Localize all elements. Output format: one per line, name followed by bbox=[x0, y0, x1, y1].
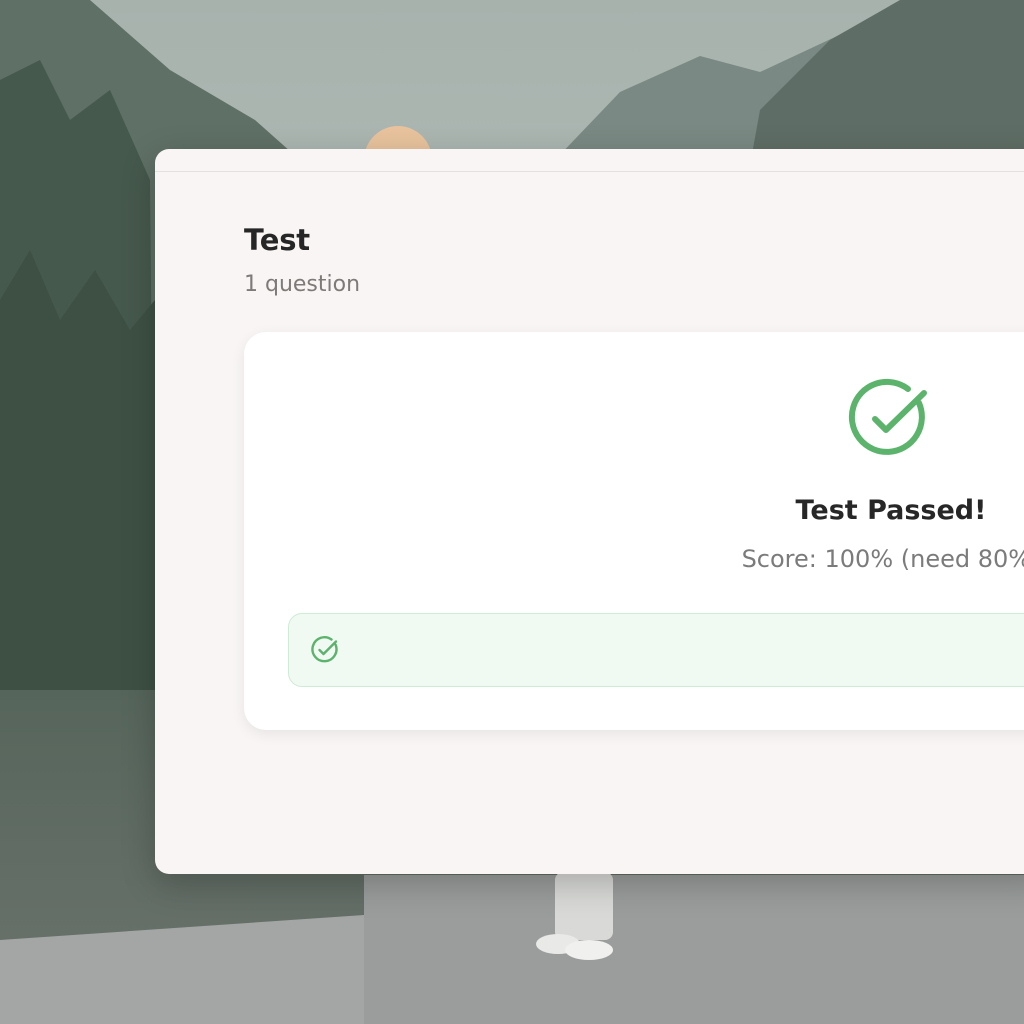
score-text: Score: 100% (need 80%) bbox=[741, 545, 1024, 573]
screen: Test 1 question Test Passed! Score: 100%… bbox=[0, 0, 1024, 1024]
question-count: 1 question bbox=[244, 272, 361, 297]
quiz-panel: Test 1 question Test Passed! Score: 100%… bbox=[155, 149, 1024, 874]
panel-divider bbox=[155, 171, 1024, 172]
result-title: Test Passed! bbox=[795, 495, 987, 526]
answer-row[interactable] bbox=[288, 613, 1024, 687]
check-circle-icon bbox=[311, 636, 338, 663]
check-circle-icon bbox=[848, 378, 927, 455]
quiz-title: Test bbox=[244, 223, 310, 257]
result-card: Test Passed! Score: 100% (need 80%) bbox=[244, 332, 1024, 730]
